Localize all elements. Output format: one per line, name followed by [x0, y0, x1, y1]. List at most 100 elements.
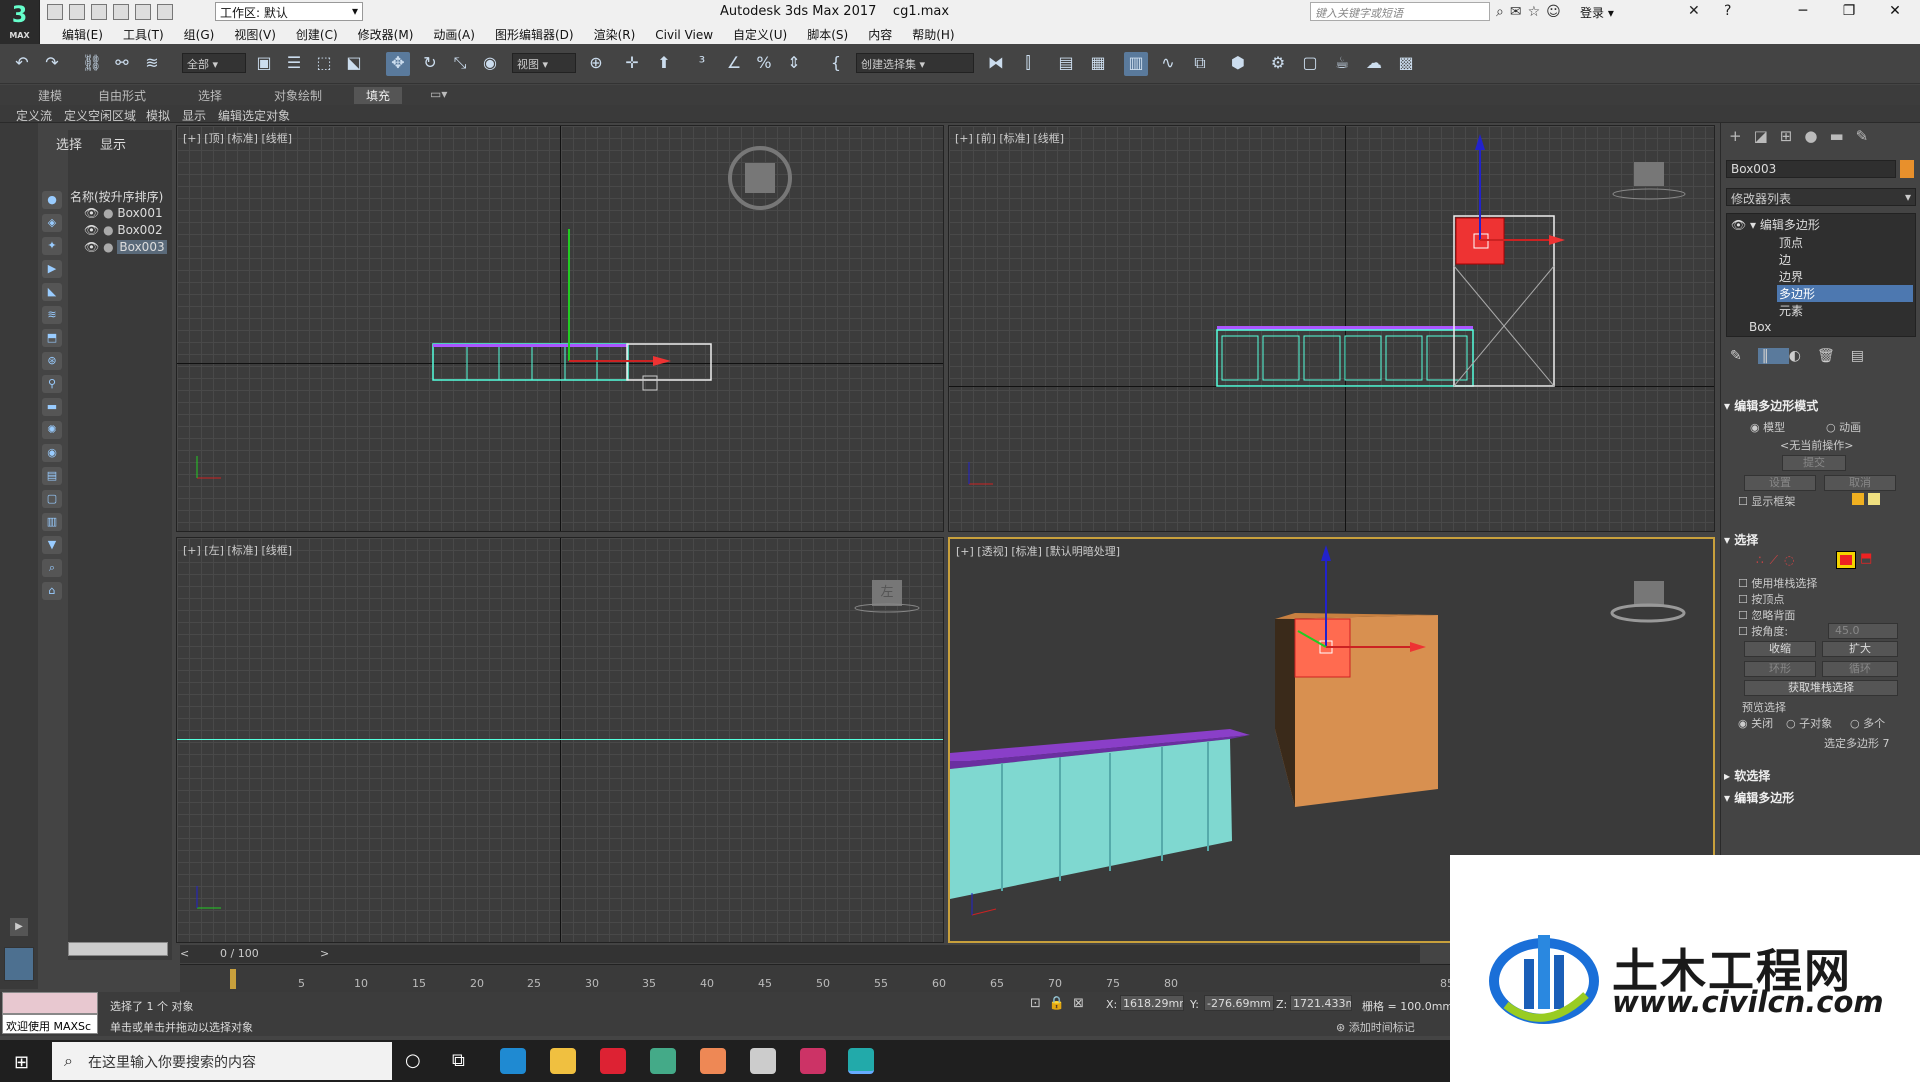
- tab-explorer-display[interactable]: 显示: [100, 134, 126, 153]
- viewport-front[interactable]: [+] [前] [标准] [线框]: [948, 125, 1715, 532]
- rollout-edit-polygons[interactable]: ▾ 编辑多边形: [1724, 789, 1794, 806]
- cage-color-swatch[interactable]: [1852, 493, 1864, 505]
- menu-civil-view[interactable]: Civil View: [645, 26, 723, 44]
- lights-icon[interactable]: ✦: [42, 237, 62, 255]
- select-manipulate-icon[interactable]: ✛: [620, 52, 644, 76]
- tab-modeling[interactable]: 建模: [38, 87, 62, 104]
- shrink-button[interactable]: 收缩: [1744, 641, 1816, 657]
- workspace-dropdown[interactable]: 工作区: 默认 ▾: [215, 2, 363, 21]
- stack-sub-vertex[interactable]: 顶点: [1779, 234, 1803, 251]
- rotate-icon[interactable]: ↻: [418, 52, 442, 76]
- task-view-icon[interactable]: ⧉: [452, 1050, 465, 1071]
- menu-edit[interactable]: 编辑(E): [52, 24, 113, 45]
- file-explorer-icon[interactable]: [550, 1048, 576, 1074]
- minimize-icon[interactable]: ─: [1780, 0, 1826, 24]
- menu-help[interactable]: 帮助(H): [902, 24, 964, 45]
- autodesk-exchange-icon[interactable]: ✕: [1688, 3, 1700, 19]
- help-search-input[interactable]: 键入关键字或短语: [1310, 2, 1490, 21]
- absolute-mode-icon[interactable]: ⊠: [1073, 996, 1092, 1011]
- settings-button[interactable]: 设置: [1744, 475, 1816, 491]
- ribbon-toggle-icon[interactable]: ▥: [1124, 52, 1148, 76]
- rect-selection-icon[interactable]: ⬚: [312, 52, 336, 76]
- spacewarps-icon[interactable]: ≋: [42, 306, 62, 324]
- mirror-icon[interactable]: ⧓: [984, 52, 1008, 76]
- bones-icon[interactable]: ⚲: [42, 375, 62, 393]
- menu-content[interactable]: 内容: [858, 24, 902, 45]
- stack-modifier-item[interactable]: 👁 ▾ 编辑多边形: [1731, 216, 1820, 233]
- 3dsmax-taskbar-icon[interactable]: [848, 1048, 874, 1074]
- cortana-icon[interactable]: ○: [405, 1050, 421, 1071]
- y-coordinate-field[interactable]: -276.69mm: [1204, 995, 1274, 1011]
- help-icon[interactable]: ?: [1724, 3, 1731, 19]
- menu-group[interactable]: 组(G): [174, 24, 225, 45]
- display-button[interactable]: 显示: [182, 107, 206, 124]
- save-file-icon[interactable]: [91, 4, 107, 20]
- reference-coord-dropdown[interactable]: 视图 ▾: [512, 53, 576, 73]
- ring-button[interactable]: 环形: [1744, 661, 1816, 677]
- by-angle-checkbox[interactable]: ☐ 按角度:: [1738, 623, 1788, 639]
- modifier-list-dropdown[interactable]: 修改器列表 ▾: [1726, 188, 1916, 206]
- curve-editor-icon[interactable]: ∿: [1156, 52, 1180, 76]
- login-button[interactable]: 登录 ▾: [1580, 4, 1614, 21]
- visibility-eye-icon[interactable]: 👁: [84, 240, 99, 254]
- redo-icon[interactable]: ↷: [40, 52, 64, 76]
- undo-icon[interactable]: [113, 4, 129, 20]
- motion-tab-icon[interactable]: ●: [1804, 127, 1829, 145]
- show-cage-checkbox[interactable]: ☐ 显示框架: [1738, 493, 1795, 509]
- window-crossing-icon[interactable]: ⬕: [342, 52, 366, 76]
- stack-sub-element[interactable]: 元素: [1779, 302, 1803, 319]
- redo-icon[interactable]: [135, 4, 151, 20]
- render-cloud-icon[interactable]: ☁: [1362, 52, 1386, 76]
- make-unique-icon[interactable]: ◐: [1789, 348, 1817, 364]
- rollout-selection[interactable]: ▾ 选择: [1724, 531, 1758, 548]
- add-time-tag[interactable]: ⊛ 添加时间标记: [1336, 1019, 1415, 1035]
- geometry-icon[interactable]: ◈: [42, 214, 62, 232]
- create-tab-icon[interactable]: +: [1729, 127, 1754, 145]
- time-slider-next[interactable]: >: [320, 947, 329, 960]
- scene-explorer-icon[interactable]: ▦: [1086, 52, 1110, 76]
- time-slider-prev[interactable]: <: [180, 947, 189, 960]
- named-selection-sets-dropdown[interactable]: 创建选择集 ▾: [856, 53, 974, 73]
- rollout-soft-selection[interactable]: ▸ 软选择: [1724, 767, 1770, 784]
- scale-icon[interactable]: ⤡: [448, 52, 472, 76]
- edge-level-icon[interactable]: ⟋: [1770, 553, 1784, 567]
- communication-icon[interactable]: ✉: [1510, 4, 1528, 20]
- new-file-icon[interactable]: [47, 4, 63, 20]
- keyboard-shortcut-icon[interactable]: ⬆: [652, 52, 676, 76]
- menu-graph-editors[interactable]: 图形编辑器(D): [485, 24, 584, 45]
- define-flows-button[interactable]: 定义流: [16, 107, 52, 124]
- user-icon[interactable]: ☺: [1546, 4, 1567, 20]
- simulate-button[interactable]: 模拟: [146, 107, 170, 124]
- edit-selected-button[interactable]: 编辑选定对象: [218, 107, 290, 124]
- menu-customize[interactable]: 自定义(U): [723, 24, 797, 45]
- particles-icon[interactable]: ✺: [42, 421, 62, 439]
- taskbar-search-input[interactable]: ⌕ 在这里输入你要搜索的内容: [52, 1042, 392, 1080]
- angle-spinner[interactable]: 45.0: [1828, 623, 1898, 639]
- render-setup-icon[interactable]: ⚙: [1266, 52, 1290, 76]
- app-logo[interactable]: 3 MAX: [0, 0, 40, 44]
- list-item[interactable]: 👁 ● Box003: [84, 240, 167, 254]
- properties-icon[interactable]: ▥: [42, 513, 62, 531]
- xref-icon[interactable]: ⊛: [42, 352, 62, 370]
- cancel-button[interactable]: 取消: [1824, 475, 1896, 491]
- project-folder-icon[interactable]: [157, 4, 173, 20]
- rollout-edit-poly-mode[interactable]: ▾ 编辑多边形模式: [1724, 397, 1818, 414]
- get-stack-selection-button[interactable]: 获取堆栈选择: [1744, 680, 1898, 696]
- layer-manager-icon[interactable]: ▤: [1054, 52, 1078, 76]
- stack-sub-border[interactable]: 边界: [1779, 268, 1803, 285]
- spinner-snap-icon[interactable]: ⇕: [782, 52, 806, 76]
- current-frame-marker[interactable]: [230, 969, 236, 989]
- percent-snap-icon[interactable]: %: [752, 52, 776, 76]
- move-icon[interactable]: ✥: [386, 52, 410, 76]
- sync-icon[interactable]: ⌂: [42, 582, 62, 600]
- play-icon[interactable]: ▶: [10, 918, 28, 936]
- a360-gallery-icon[interactable]: ▩: [1394, 52, 1418, 76]
- freeze-dot-icon[interactable]: ●: [103, 206, 113, 220]
- app-icon-1[interactable]: [600, 1048, 626, 1074]
- angle-snap-icon[interactable]: ∠: [722, 52, 746, 76]
- commit-button[interactable]: 提交: [1782, 455, 1846, 471]
- hidden-icon[interactable]: ◉: [42, 444, 62, 462]
- vertex-level-icon[interactable]: ∴: [1756, 553, 1770, 567]
- cameras-icon[interactable]: ▶: [42, 260, 62, 278]
- show-end-result-icon[interactable]: ‖: [1757, 348, 1789, 364]
